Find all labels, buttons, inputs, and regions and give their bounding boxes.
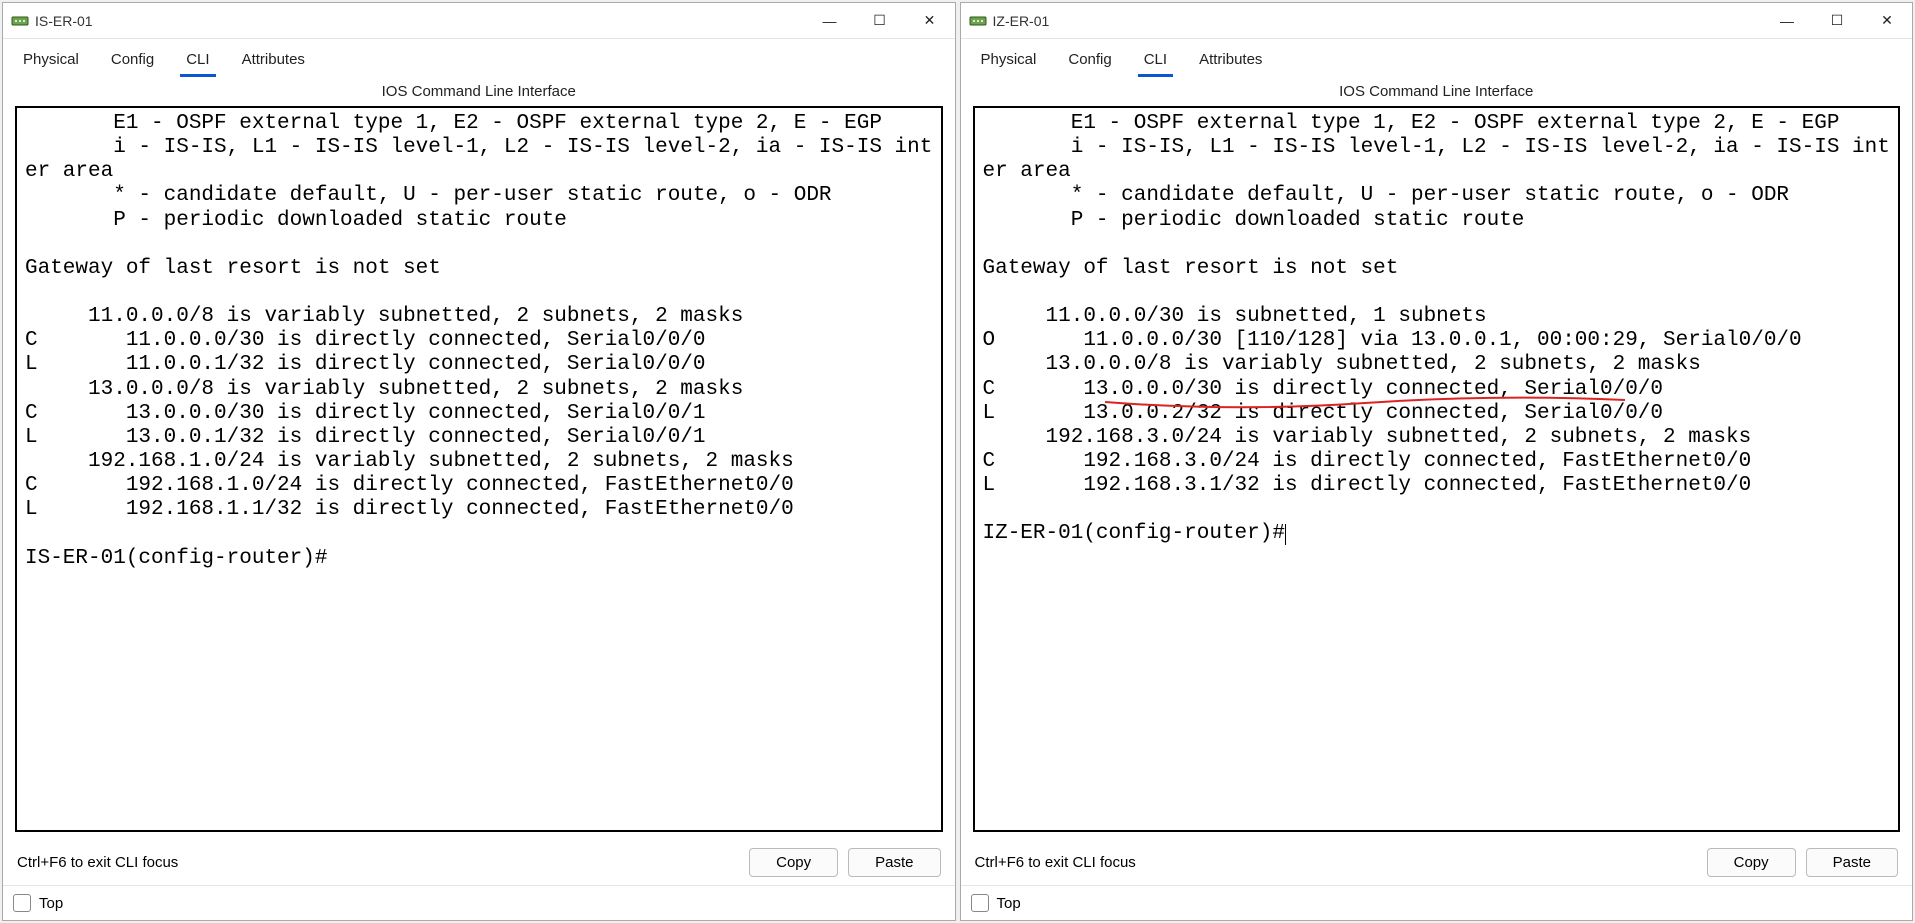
panel-header: IOS Command Line Interface: [3, 77, 955, 106]
cli-terminal[interactable]: E1 - OSPF external type 1, E2 - OSPF ext…: [15, 106, 943, 832]
minimize-button[interactable]: —: [805, 3, 855, 39]
tab-attributes[interactable]: Attributes: [1193, 47, 1268, 77]
tab-physical[interactable]: Physical: [975, 47, 1043, 77]
tab-attributes[interactable]: Attributes: [236, 47, 311, 77]
hint-row: Ctrl+F6 to exit CLI focus Copy Paste: [961, 840, 1913, 885]
app-icon: [969, 12, 987, 30]
bottom-row: Top: [3, 885, 955, 920]
tab-config[interactable]: Config: [1062, 47, 1117, 77]
bottom-row: Top: [961, 885, 1913, 920]
hint-row: Ctrl+F6 to exit CLI focus Copy Paste: [3, 840, 955, 885]
top-label: Top: [39, 895, 63, 912]
titlebar[interactable]: IZ-ER-01 — ☐ ✕: [961, 3, 1913, 39]
cli-terminal[interactable]: E1 - OSPF external type 1, E2 - OSPF ext…: [973, 106, 1901, 832]
maximize-button[interactable]: ☐: [855, 3, 905, 39]
tab-cli[interactable]: CLI: [180, 47, 215, 77]
panel-header: IOS Command Line Interface: [961, 77, 1913, 106]
top-checkbox[interactable]: [971, 894, 989, 912]
window-controls: — ☐ ✕: [805, 3, 955, 39]
cli-focus-hint: Ctrl+F6 to exit CLI focus: [17, 854, 178, 871]
titlebar[interactable]: IS-ER-01 — ☐ ✕: [3, 3, 955, 39]
window-title: IS-ER-01: [35, 13, 805, 29]
tab-config[interactable]: Config: [105, 47, 160, 77]
maximize-button[interactable]: ☐: [1812, 3, 1862, 39]
window-title: IZ-ER-01: [993, 13, 1763, 29]
top-checkbox[interactable]: [13, 894, 31, 912]
cli-wrap: E1 - OSPF external type 1, E2 - OSPF ext…: [3, 106, 955, 840]
copy-button[interactable]: Copy: [749, 848, 838, 877]
tab-cli[interactable]: CLI: [1138, 47, 1173, 77]
cli-focus-hint: Ctrl+F6 to exit CLI focus: [975, 854, 1136, 871]
cli-wrap: E1 - OSPF external type 1, E2 - OSPF ext…: [961, 106, 1913, 840]
paste-button[interactable]: Paste: [1806, 848, 1898, 877]
close-button[interactable]: ✕: [1862, 3, 1912, 39]
minimize-button[interactable]: —: [1762, 3, 1812, 39]
text-cursor: [1285, 524, 1286, 545]
tab-physical[interactable]: Physical: [17, 47, 85, 77]
top-label: Top: [997, 895, 1021, 912]
red-underline-annotation: [1105, 394, 1625, 414]
copy-button[interactable]: Copy: [1707, 848, 1796, 877]
app-icon: [11, 12, 29, 30]
paste-button[interactable]: Paste: [848, 848, 940, 877]
close-button[interactable]: ✕: [905, 3, 955, 39]
window-iz-er-01: IZ-ER-01 — ☐ ✕ Physical Config CLI Attri…: [960, 2, 1914, 921]
window-is-er-01: IS-ER-01 — ☐ ✕ Physical Config CLI Attri…: [2, 2, 956, 921]
window-controls: — ☐ ✕: [1762, 3, 1912, 39]
tabbar: Physical Config CLI Attributes: [961, 39, 1913, 77]
tabbar: Physical Config CLI Attributes: [3, 39, 955, 77]
